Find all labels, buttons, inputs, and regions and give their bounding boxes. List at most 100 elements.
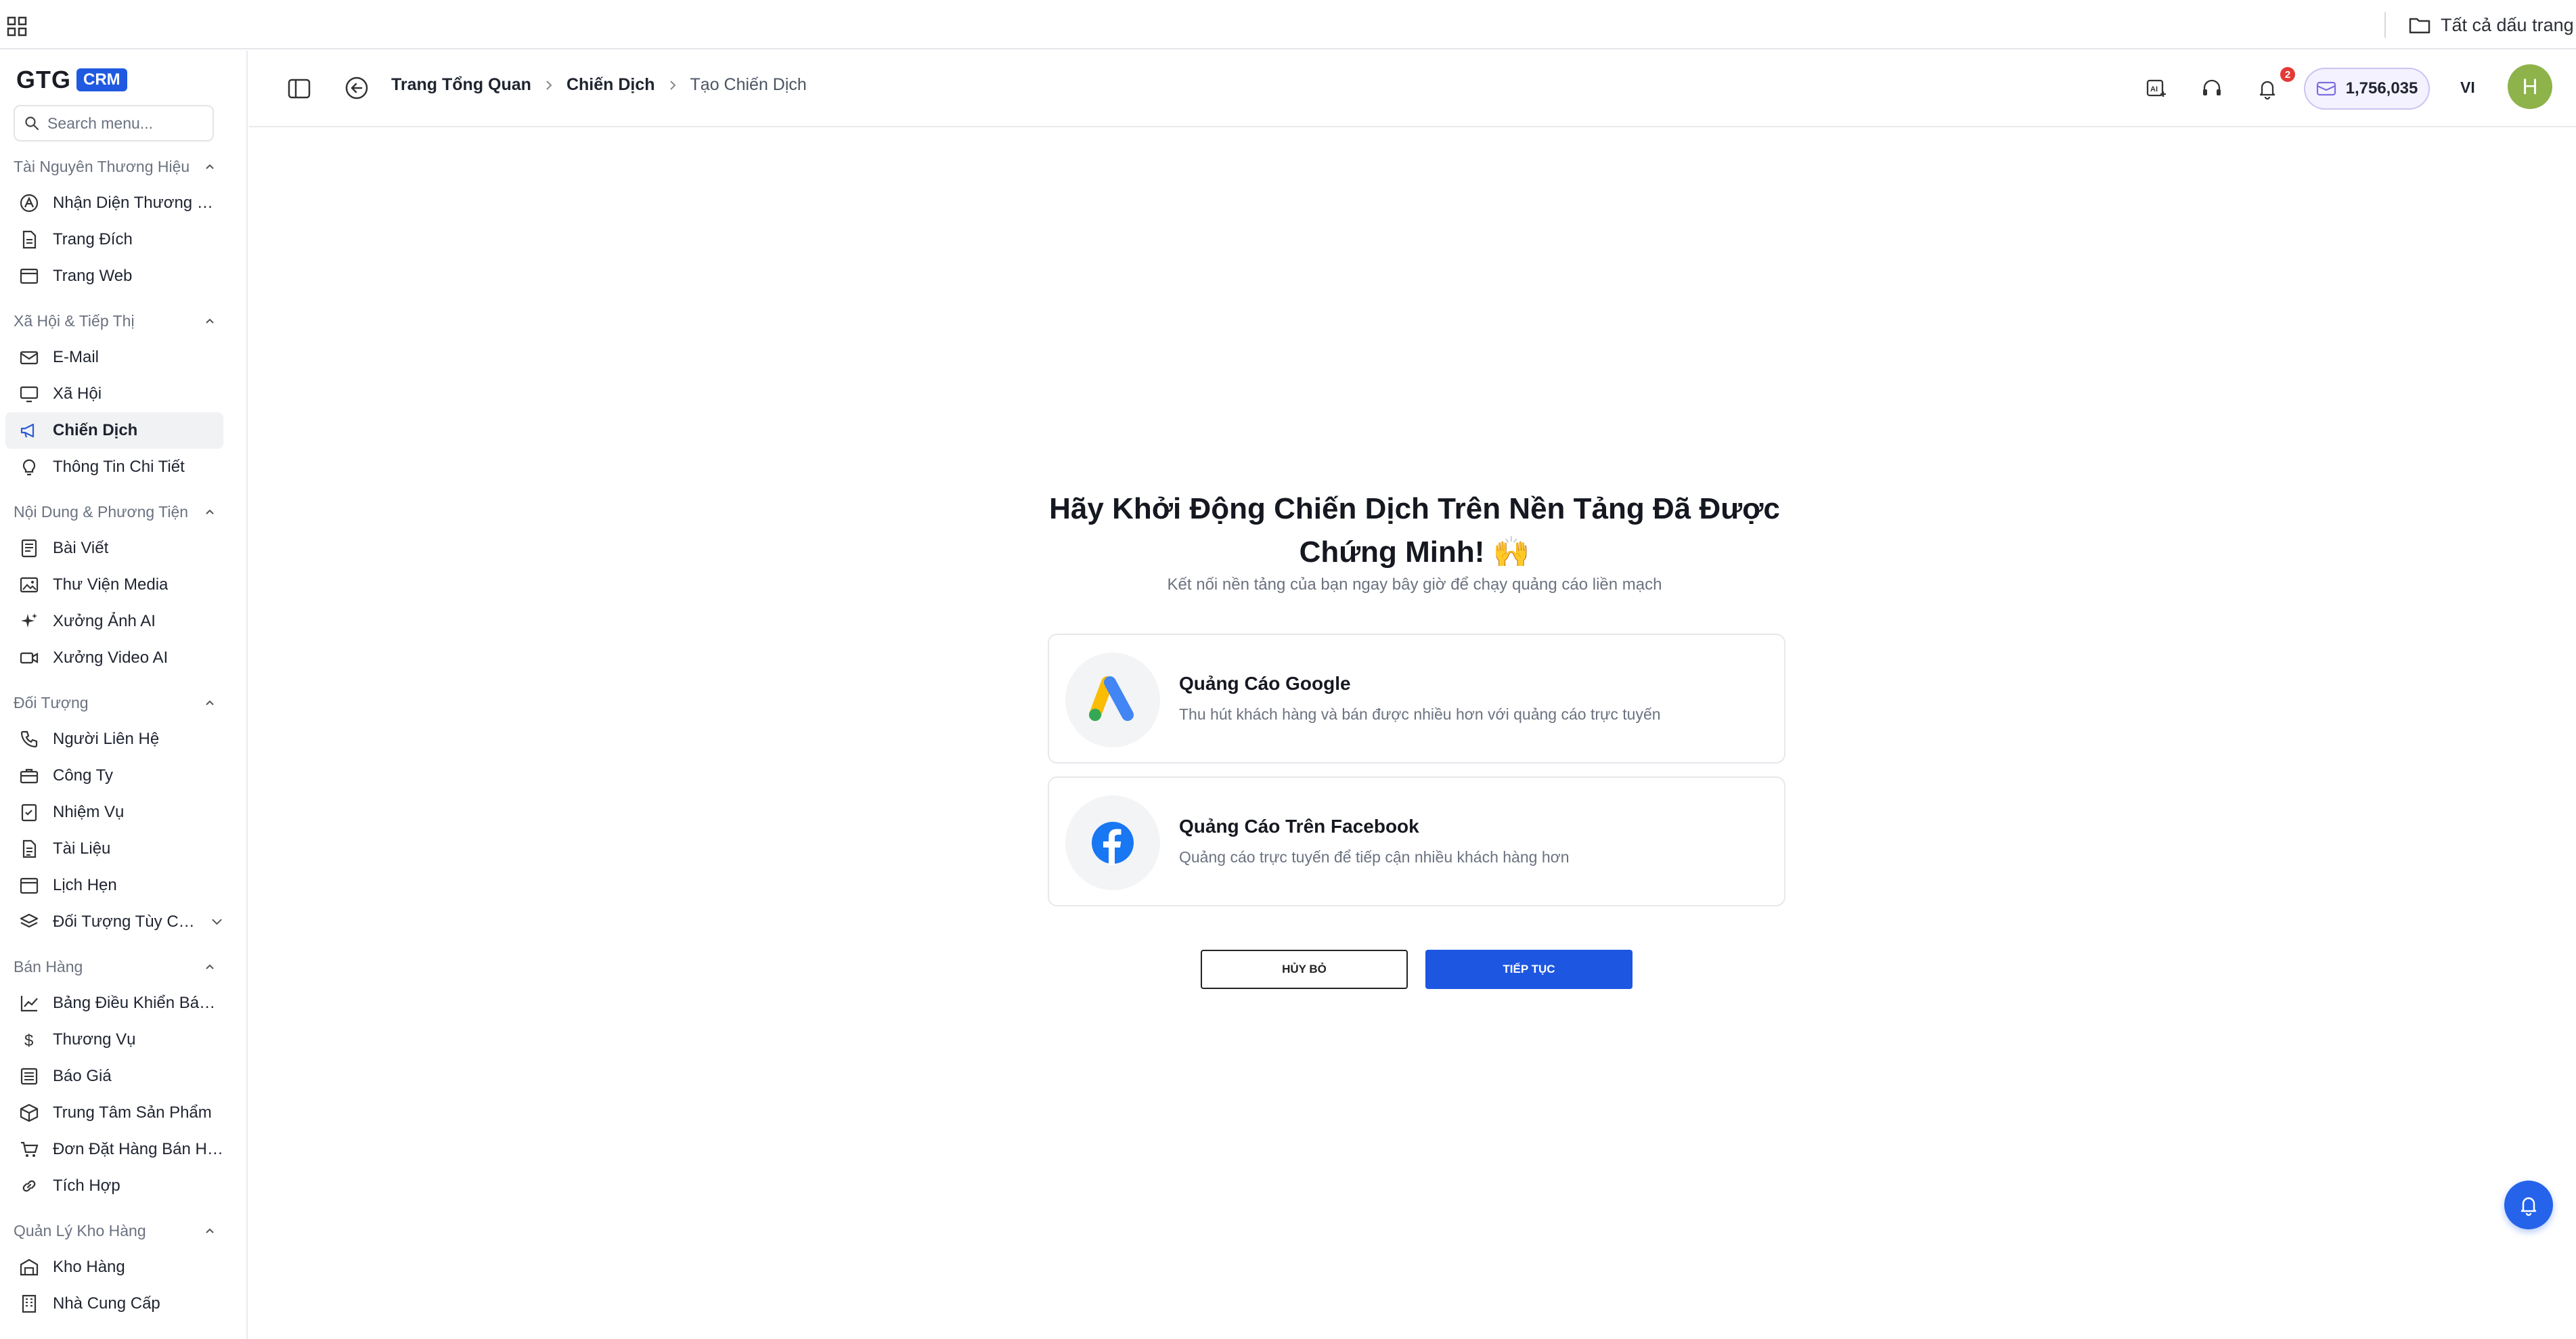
bookmark-bar: Tất cả dấu trang	[0, 0, 2576, 49]
menu-search-input[interactable]	[47, 114, 203, 133]
sidebar-item[interactable]: Kho Hàng	[5, 1249, 223, 1286]
sidebar-item[interactable]: Đối Tượng Tùy Chỉnh	[5, 904, 223, 940]
chevron-down-icon	[212, 919, 222, 925]
section-title: Nội Dung & Phương Tiện	[14, 502, 189, 521]
sidebar-nav: Tài Nguyên Thương Hiệu Nhận Diện Thương H…	[0, 148, 246, 1322]
sidebar-section-header[interactable]: Quản Lý Kho Hàng	[0, 1212, 246, 1249]
sidebar-item[interactable]: $ Thương Vụ	[5, 1022, 223, 1058]
toggle-sidebar-button[interactable]	[287, 76, 311, 101]
google-ads-description: Thu hút khách hàng và bán được nhiều hơn…	[1179, 705, 1661, 723]
cancel-button[interactable]: HỦY BỎ	[1201, 950, 1408, 989]
language-switcher[interactable]: VI	[2460, 79, 2475, 97]
cart-icon	[19, 1139, 39, 1160]
app-logo[interactable]: GTG CRM	[16, 66, 127, 94]
apps-grid-icon[interactable]	[7, 16, 27, 37]
sidebar-item[interactable]: Nhà Cung Cấp	[5, 1286, 223, 1322]
sidebar-item-label: Trang Đích	[53, 230, 133, 248]
sidebar-item[interactable]: Công Ty	[5, 758, 223, 794]
sidebar-item[interactable]: Xưởng Video AI	[5, 640, 223, 676]
box-icon	[19, 1103, 39, 1123]
chevron-right-icon	[669, 80, 675, 90]
sidebar-item-label: Báo Giá	[53, 1067, 112, 1085]
sidebar-item-label: Nhà Cung Cấp	[53, 1294, 160, 1313]
sidebar-item-label: Thông Tin Chi Tiết	[53, 458, 185, 476]
credits-button[interactable]: 1,756,035	[2304, 68, 2430, 110]
support-button[interactable]	[2200, 76, 2224, 101]
sidebar-item[interactable]: Tài Liệu	[5, 831, 223, 867]
sidebar-item[interactable]: Trung Tâm Sản Phẩm	[5, 1095, 223, 1131]
google-ads-logo	[1065, 653, 1160, 747]
sidebar-item-label: Xã Hội	[53, 385, 102, 403]
mail-icon	[19, 347, 39, 368]
sidebar-item[interactable]: Nhận Diện Thương Hi...	[5, 185, 223, 221]
sidebar-section-header[interactable]: Đối Tượng	[0, 684, 246, 721]
monitor-icon	[19, 384, 39, 404]
brand-icon	[19, 193, 39, 213]
notifications-button[interactable]	[2255, 76, 2280, 101]
sparkle-icon	[19, 611, 39, 632]
sidebar-item[interactable]: Lịch Hẹn	[5, 867, 223, 904]
building-icon	[19, 1294, 39, 1314]
sidebar-section-header[interactable]: Xã Hội & Tiếp Thị	[0, 303, 246, 339]
calendar-icon	[19, 875, 39, 896]
back-arrow-icon	[345, 76, 368, 100]
page-subtitle: Kết nối nền tảng của bạn ngay bây giờ để…	[1167, 575, 1662, 594]
sidebar-section-header[interactable]: Tài Nguyên Thương Hiệu	[0, 148, 246, 185]
sidebar-item[interactable]: Đơn Đặt Hàng Bán Hà...	[5, 1131, 223, 1168]
sidebar-item[interactable]: Trang Web	[5, 258, 223, 294]
user-avatar[interactable]: H	[2508, 64, 2552, 109]
sidebar-item-label: Tích Hợp	[53, 1177, 120, 1195]
sidebar-item-label: Đối Tượng Tùy Chỉnh	[53, 913, 202, 931]
image-library-icon	[19, 575, 39, 595]
floating-assistant-button[interactable]	[2504, 1181, 2553, 1229]
back-button[interactable]	[344, 75, 370, 101]
warehouse-icon	[19, 1257, 39, 1277]
facebook-ads-card[interactable]: Quảng Cáo Trên Facebook Quảng cáo trực t…	[1048, 776, 1785, 906]
sidebar-item-label: Thư Viện Media	[53, 575, 169, 594]
breadcrumb-campaigns[interactable]: Chiến Dịch	[567, 75, 655, 95]
sidebar-section-header[interactable]: Nội Dung & Phương Tiện	[0, 493, 246, 530]
page-title: Hãy Khởi Động Chiến Dịch Trên Nền Tảng Đ…	[1049, 492, 1780, 569]
sidebar-item-label: Bài Viết	[53, 539, 109, 557]
sidebar-item[interactable]: Tích Hợp	[5, 1168, 223, 1204]
sidebar-item[interactable]: Xưởng Ảnh AI	[5, 603, 223, 640]
sidebar-item-label: Bảng Điều Khiển Bán ...	[53, 994, 223, 1012]
sidebar-item[interactable]: Người Liên Hệ	[5, 721, 223, 758]
ai-assistant-button[interactable]: AI	[2144, 76, 2169, 101]
main-content: Hãy Khởi Động Chiến Dịch Trên Nền Tảng Đ…	[249, 129, 2576, 1339]
logo-badge: CRM	[76, 68, 127, 91]
sidebar-item[interactable]: Trang Đích	[5, 221, 223, 258]
sidebar-item[interactable]: Nhiệm Vụ	[5, 794, 223, 831]
logo-text: GTG	[16, 66, 71, 93]
chevron-up-icon	[206, 700, 214, 705]
credits-value: 1,756,035	[2345, 79, 2418, 97]
section-title: Đối Tượng	[14, 693, 89, 711]
section-title: Tài Nguyên Thương Hiệu	[14, 157, 190, 175]
continue-button[interactable]: TIẾP TỤC	[1425, 950, 1633, 989]
phone-icon	[19, 729, 39, 749]
sidebar-item[interactable]: Chiến Dịch	[5, 412, 223, 449]
sidebar-item[interactable]: Thông Tin Chi Tiết	[5, 449, 223, 485]
sidebar-item[interactable]: Bài Viết	[5, 530, 223, 567]
sidebar-item[interactable]: Bảng Điều Khiển Bán ...	[5, 985, 223, 1022]
section-title: Quản Lý Kho Hàng	[14, 1221, 146, 1239]
sidebar-section-header[interactable]: Bán Hàng	[0, 948, 246, 985]
all-bookmarks-button[interactable]: Tất cả dấu trang	[2408, 12, 2574, 38]
sidebar-item-label: Xưởng Video AI	[53, 649, 169, 667]
sidebar-item[interactable]: Thư Viện Media	[5, 567, 223, 603]
sidebar-item-label: Trung Tâm Sản Phẩm	[53, 1103, 212, 1122]
file-icon	[19, 839, 39, 859]
google-ads-card[interactable]: Quảng Cáo Google Thu hút khách hàng và b…	[1048, 634, 1785, 764]
headset-icon	[2203, 79, 2221, 95]
facebook-logo	[1065, 795, 1160, 890]
breadcrumb-dashboard[interactable]: Trang Tổng Quan	[391, 75, 531, 95]
sidebar-item[interactable]: E-Mail	[5, 339, 223, 376]
sidebar-item[interactable]: Xã Hội	[5, 376, 223, 412]
svg-text:AI: AI	[2150, 85, 2158, 93]
sidebar-item[interactable]: Báo Giá	[5, 1058, 223, 1095]
facebook-ads-description: Quảng cáo trực tuyến để tiếp cận nhiều k…	[1179, 848, 1570, 866]
